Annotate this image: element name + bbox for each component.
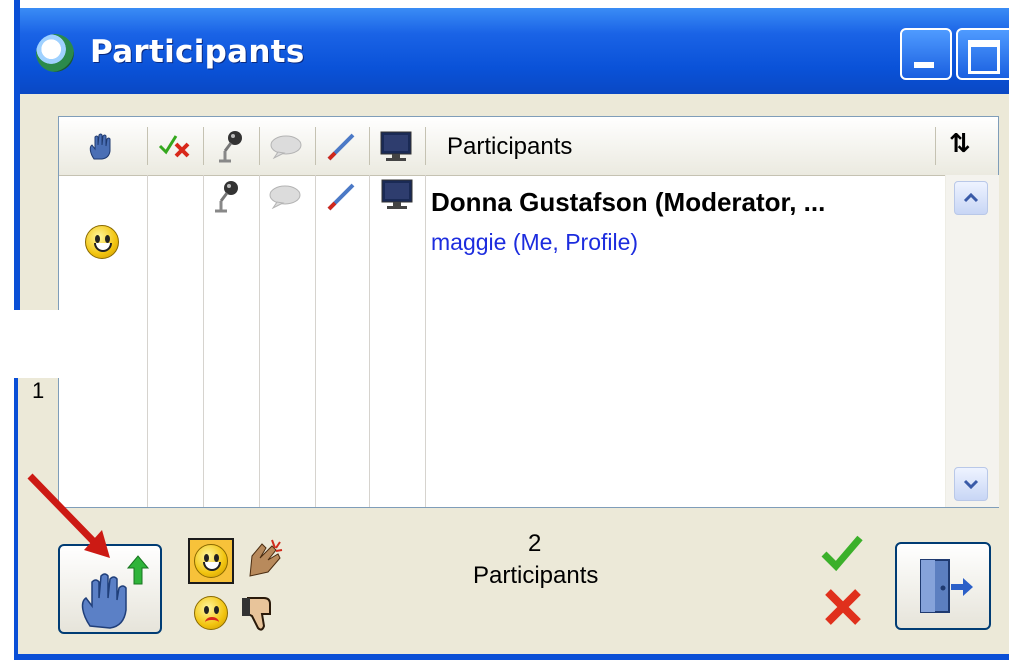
participants-list[interactable]: Participants ⇅ Donna Gustafson (Moderato… bbox=[58, 116, 999, 508]
participant-count: 2 bbox=[528, 530, 542, 557]
scroll-up-button[interactable] bbox=[954, 181, 988, 215]
chevron-down-icon bbox=[963, 479, 979, 489]
thumbs-down-icon[interactable] bbox=[240, 592, 278, 638]
sort-icon[interactable]: ⇅ bbox=[949, 129, 971, 159]
agree-disagree-icon[interactable] bbox=[155, 117, 197, 175]
participants-column-header[interactable]: Participants bbox=[447, 133, 572, 161]
exit-button[interactable] bbox=[895, 542, 991, 630]
screen-share-icon bbox=[379, 177, 415, 215]
chevron-up-icon bbox=[963, 193, 979, 203]
smiley-icon bbox=[194, 544, 228, 578]
participants-app-icon bbox=[36, 34, 74, 72]
participant-name[interactable]: Donna Gustafson (Moderator, ... bbox=[431, 187, 825, 218]
exit-door-icon bbox=[920, 559, 973, 613]
microphone-icon[interactable] bbox=[209, 117, 253, 175]
title-bar[interactable]: Participants bbox=[14, 8, 1009, 94]
pencil-icon[interactable] bbox=[319, 117, 365, 175]
chat-bubble-icon bbox=[267, 183, 303, 213]
raise-hand-icon[interactable] bbox=[81, 117, 121, 175]
list-header: Participants ⇅ bbox=[59, 117, 998, 176]
smiley-feedback-button[interactable] bbox=[188, 538, 234, 584]
chat-bubble-icon[interactable] bbox=[263, 117, 309, 175]
participant-name-me[interactable]: maggie (Me, Profile) bbox=[431, 229, 638, 256]
overlap-region bbox=[0, 310, 60, 378]
smiley-icon bbox=[85, 225, 119, 259]
checkmark-icon[interactable] bbox=[820, 532, 864, 576]
applause-icon[interactable] bbox=[242, 536, 286, 584]
participant-count-label: Participants bbox=[473, 562, 599, 589]
confused-icon[interactable] bbox=[194, 596, 228, 630]
maximize-button[interactable] bbox=[956, 28, 1009, 80]
left-gap bbox=[0, 0, 14, 310]
screen-share-icon[interactable] bbox=[373, 117, 419, 175]
stray-text: 1 bbox=[32, 378, 45, 403]
window-border bbox=[14, 0, 20, 310]
microphone-icon bbox=[211, 179, 243, 217]
minimize-button[interactable] bbox=[900, 28, 952, 80]
pencil-icon bbox=[325, 179, 359, 217]
red-arrow-icon bbox=[24, 468, 124, 572]
window-title: Participants bbox=[90, 34, 305, 70]
participants-window: Participants Participants ⇅ Donna Gustaf… bbox=[14, 8, 1009, 660]
red-x-icon[interactable] bbox=[824, 588, 862, 630]
scroll-down-button[interactable] bbox=[954, 467, 988, 501]
vertical-scrollbar[interactable] bbox=[945, 175, 999, 507]
client-area: Participants ⇅ Donna Gustafson (Moderato… bbox=[18, 94, 1009, 654]
bottom-panel: 2 Participants bbox=[18, 473, 1009, 654]
